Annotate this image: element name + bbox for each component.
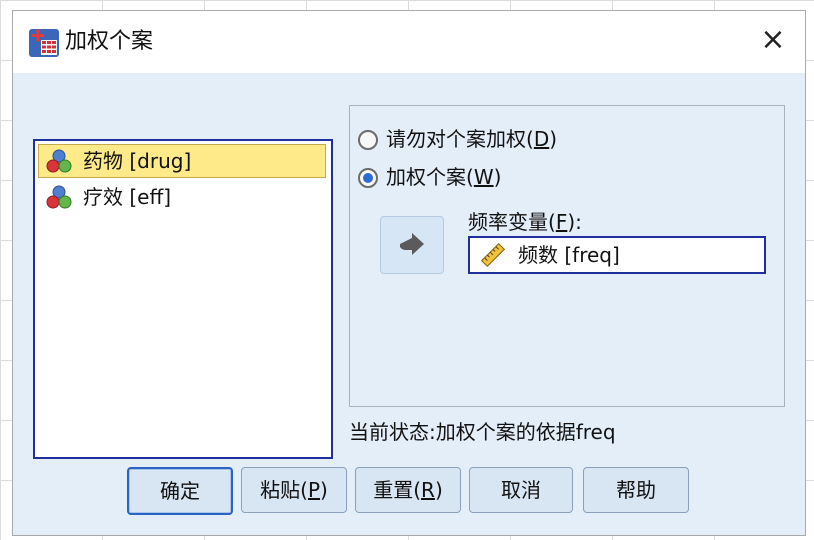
arrow-right-icon — [400, 233, 424, 255]
reset-button[interactable]: 重置(R) — [355, 467, 461, 513]
do-not-weight-radio[interactable] — [358, 130, 378, 150]
frequency-variable-field[interactable]: 频数 [freq] — [468, 236, 766, 274]
ruler-icon — [480, 242, 506, 268]
weight-options-panel: 请勿对个案加权(D) 加权个案(W) 频率变量(F): 频数 [freq] — [349, 105, 785, 407]
dialog-title: 加权个案 — [65, 29, 154, 54]
variable-item-eff[interactable]: 疗效 [eff] — [39, 181, 325, 213]
variable-list[interactable]: 药物 [drug] 疗效 [eff] — [33, 139, 333, 459]
variable-label: 疗效 [eff] — [83, 185, 172, 209]
weight-cases-radio[interactable] — [358, 168, 378, 188]
weight-cases-label: 加权个案(W) — [386, 165, 502, 189]
frequency-variable-value: 频数 [freq] — [518, 243, 620, 267]
cancel-button[interactable]: 取消 — [469, 467, 573, 513]
variable-item-drug[interactable]: 药物 [drug] — [38, 144, 326, 178]
help-button[interactable]: 帮助 — [583, 467, 689, 513]
frequency-variable-label: 频率变量(F): — [468, 210, 582, 234]
title-bar: 加权个案 × — [13, 11, 805, 73]
current-status-text: 当前状态:加权个案的依据freq — [349, 420, 616, 444]
nominal-variable-icon — [46, 149, 72, 173]
ok-button[interactable]: 确定 — [127, 467, 233, 515]
variable-label: 药物 [drug] — [83, 149, 192, 173]
paste-button[interactable]: 粘贴(P) — [241, 467, 347, 513]
spss-app-icon — [29, 29, 59, 57]
dialog-body: 药物 [drug] 疗效 [eff] 请勿对个案加权(D) 加权个案(W) 频率… — [13, 73, 805, 535]
move-variable-button[interactable] — [380, 216, 444, 274]
weight-cases-dialog: 加权个案 × 药物 [drug] 疗效 [eff] 请勿对个案加权(D) 加权个… — [12, 10, 806, 536]
nominal-variable-icon — [46, 185, 72, 209]
close-icon[interactable]: × — [755, 23, 791, 59]
do-not-weight-label: 请勿对个案加权(D) — [386, 127, 558, 151]
